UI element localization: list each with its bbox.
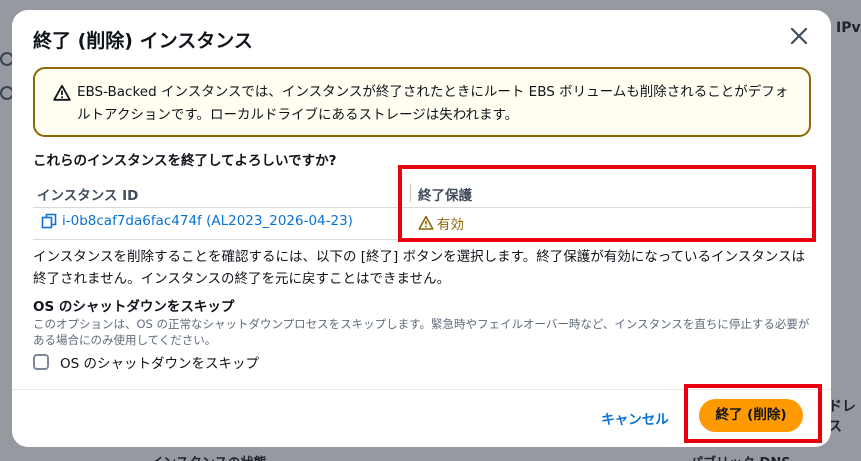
skip-shutdown-checkbox[interactable]: OS のシャットダウンをスキップ [33, 352, 259, 372]
skip-shutdown-description: このオプションは、OS の正常なシャットダウンプロセスをスキップします。緊急時や… [33, 317, 810, 347]
close-icon[interactable] [787, 24, 811, 48]
confirmation-info: インスタンスを削除することを確認するには、以下の [終了] ボタンを選択します。… [33, 249, 806, 287]
skip-shutdown-title: OS のシャットダウンをスキップ [33, 299, 235, 315]
alert-message: EBS-Backed インスタンスでは、インスタンスが終了されたときにルート E… [77, 84, 789, 123]
dialog-title: 終了 (削除) インスタンス [33, 30, 253, 52]
confirm-question: これらのインスタンスを終了してよろしいですか? [33, 153, 337, 169]
instance-id-text[interactable]: i-0b8caf7da6fac474f (AL2023_2026-04-23) [62, 213, 353, 229]
checkbox[interactable] [33, 354, 49, 370]
column-header-instance-id: インスタンス ID [37, 188, 139, 204]
warning-alert: EBS-Backed インスタンスでは、インスタンスが終了されたときにルート E… [33, 67, 811, 137]
highlight-box [684, 384, 822, 443]
highlight-box [398, 165, 816, 242]
copy-icon[interactable] [41, 213, 57, 229]
instance-id-link[interactable]: i-0b8caf7da6fac474f (AL2023_2026-04-23) [41, 213, 353, 229]
cancel-button[interactable]: キャンセル [592, 404, 678, 436]
checkbox-label[interactable]: OS のシャットダウンをスキップ [60, 352, 259, 372]
warning-icon [53, 84, 71, 102]
